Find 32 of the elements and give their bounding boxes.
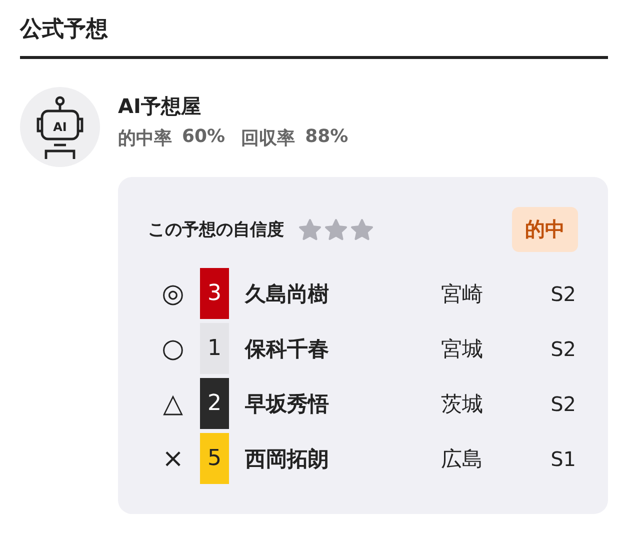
stat-value: 88%	[305, 126, 348, 149]
racer-prefecture: 茨城	[441, 390, 484, 418]
racer-prefecture: 広島	[441, 446, 484, 472]
confidence-label: この予想の自信度	[148, 219, 284, 241]
bike-number: 3	[200, 268, 229, 319]
predictor-name: AI予想屋	[118, 93, 202, 120]
stat-label: 回収率	[241, 127, 296, 150]
bike-number: 5	[200, 433, 229, 484]
racer-prefecture: 宮城	[441, 336, 484, 362]
bike-number: 2	[200, 378, 229, 429]
section-title: 公式予想	[20, 14, 608, 59]
racer-class: S2	[550, 282, 576, 306]
racer-class: S2	[550, 392, 576, 416]
result-badge: 的中	[512, 207, 578, 252]
bike-number: 1	[200, 323, 229, 374]
racer-class: S2	[550, 336, 576, 360]
robot-avatar-icon: AI	[20, 87, 100, 167]
star-icon	[298, 218, 322, 242]
star-icon	[324, 218, 348, 242]
prediction-mark: ×	[161, 444, 185, 474]
star-icon	[350, 218, 374, 242]
prediction-mark: ○	[160, 334, 186, 364]
racer-prefecture: 宮崎	[441, 280, 484, 308]
prediction-mark: △	[162, 388, 184, 418]
racer-name: 西岡拓朗	[245, 446, 330, 472]
stat-value: 60%	[182, 126, 226, 149]
racer-name: 久島尚樹	[245, 280, 330, 308]
racer-name: 保科千春	[245, 336, 330, 362]
racer-class: S1	[550, 446, 576, 470]
stat-label: 的中率	[118, 127, 172, 150]
prediction-mark: ◎	[160, 278, 186, 308]
racer-name: 早坂秀悟	[245, 390, 330, 418]
